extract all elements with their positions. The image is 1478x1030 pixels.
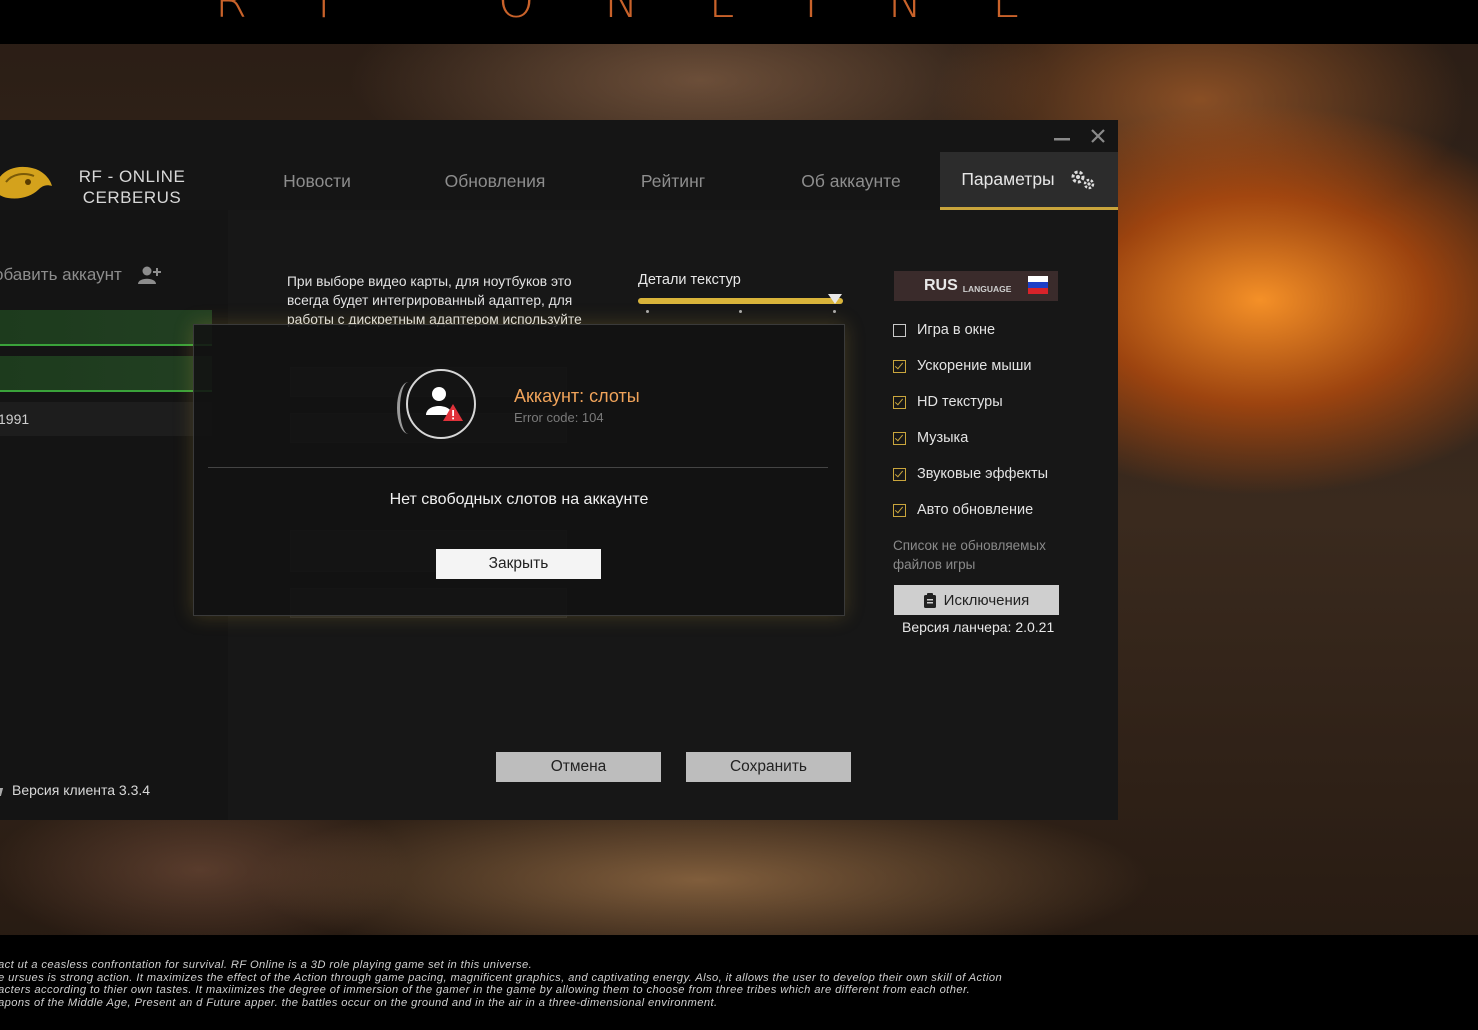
checkbox-label: HD текстуры bbox=[917, 394, 1003, 410]
checkbox-box[interactable] bbox=[893, 359, 906, 373]
dialog-message: Нет свободных слотов на аккаунте bbox=[389, 491, 649, 508]
window-controls bbox=[1052, 126, 1108, 146]
tab-label: Параметры bbox=[961, 169, 1055, 189]
language-button[interactable]: RUS LANGUAGE bbox=[894, 271, 1058, 301]
brand-line1: RF - ONLINE bbox=[78, 167, 186, 186]
user-warning-icon bbox=[426, 387, 463, 421]
tab-label: Обновления bbox=[444, 170, 546, 191]
game-description: act ut a ceasless confrontation for surv… bbox=[0, 959, 1002, 1010]
checkbox-label: Ускорение мыши bbox=[917, 358, 1032, 374]
top-banner: RF ONLINE bbox=[0, 0, 1478, 44]
language-sub: LANGUAGE bbox=[962, 283, 1012, 294]
checkbox-auto-update[interactable]: Авто обновление bbox=[893, 502, 1033, 518]
clipboard-icon bbox=[923, 592, 936, 608]
footer-line: e ursues is strong action. It maximizes … bbox=[0, 971, 1003, 984]
account-name: 1991 bbox=[0, 411, 30, 427]
footer-line: act ut a ceasless confrontation for surv… bbox=[0, 959, 533, 971]
checkbox-box[interactable] bbox=[893, 431, 906, 445]
tab-news[interactable]: Новости bbox=[228, 152, 406, 210]
account-warning-icon bbox=[406, 369, 476, 439]
game-logo: RF ONLINE bbox=[215, 0, 1092, 28]
checkbox-mouse-acceleration[interactable]: Ускорение мыши bbox=[893, 358, 1032, 374]
error-code: Error code: 104 bbox=[514, 410, 604, 425]
checkbox-label: Музыка bbox=[917, 430, 969, 446]
add-user-icon bbox=[137, 266, 161, 284]
texture-detail-slider[interactable]: Детали текстур bbox=[638, 272, 843, 314]
checkbox-music[interactable]: Музыка bbox=[893, 430, 968, 446]
tab-rating[interactable]: Рейтинг bbox=[584, 152, 762, 210]
tab-updates[interactable]: Обновления bbox=[406, 152, 584, 210]
checkbox-label: Авто обновление bbox=[917, 502, 1034, 518]
slider-tick bbox=[833, 310, 836, 313]
add-account-button[interactable]: обавить аккаунт bbox=[0, 265, 162, 285]
dialog-divider bbox=[208, 467, 828, 468]
tab-label: Рейтинг bbox=[640, 170, 706, 191]
footer-line: apons of the Middle Age, Present an d Fu… bbox=[0, 997, 718, 1010]
tab-settings[interactable]: Параметры bbox=[940, 152, 1118, 210]
slider-thumb[interactable] bbox=[828, 294, 842, 304]
brand-line2: CERBERUS bbox=[82, 188, 182, 207]
footer: act ut a ceasless confrontation for surv… bbox=[0, 935, 1478, 1030]
close-icon[interactable] bbox=[1088, 126, 1108, 146]
save-label: Сохранить bbox=[729, 758, 808, 775]
gears-icon bbox=[1071, 170, 1094, 189]
error-dialog: Аккаунт: слоты Error code: 104 Нет свобо… bbox=[193, 324, 845, 616]
close-label: Закрыть bbox=[488, 555, 549, 572]
launcher-version: Версия ланчера: 2.0.21 bbox=[902, 619, 1055, 635]
account-item[interactable]: 1991 bbox=[0, 402, 212, 436]
brand-block: RF - ONLINE CERBERUS bbox=[0, 158, 210, 214]
language-code: RUS bbox=[924, 277, 958, 294]
status-mark bbox=[0, 788, 4, 796]
account-item[interactable] bbox=[0, 356, 212, 392]
checkbox-box[interactable] bbox=[893, 467, 906, 481]
close-button[interactable]: Закрыть bbox=[436, 549, 601, 579]
checkbox-hd-textures[interactable]: HD текстуры bbox=[893, 394, 1003, 410]
brand-name: RF - ONLINE CERBERUS bbox=[62, 166, 202, 208]
cancel-button[interactable]: Отмена bbox=[496, 752, 661, 782]
add-account-label: обавить аккаунт bbox=[0, 265, 122, 284]
cancel-label: Отмена bbox=[550, 758, 607, 775]
checkbox-label: Звуковые эффекты bbox=[917, 466, 1049, 482]
account-item[interactable] bbox=[0, 310, 212, 346]
minimize-icon[interactable] bbox=[1052, 126, 1072, 146]
slider-ticks bbox=[638, 304, 843, 314]
exclusions-label: Исключения bbox=[943, 591, 1030, 609]
exclusions-button[interactable]: Исключения bbox=[894, 585, 1059, 615]
gpu-info-text: При выборе видео карты, для ноутбуков эт… bbox=[287, 274, 582, 327]
cerberus-logo-icon bbox=[0, 166, 52, 199]
checkbox-box[interactable] bbox=[893, 395, 906, 409]
checkbox-box[interactable] bbox=[893, 323, 906, 337]
slider-tick bbox=[646, 310, 649, 313]
dialog-title: Аккаунт: слоты bbox=[514, 386, 640, 406]
checkbox-label: Игра в окне bbox=[917, 322, 996, 338]
checkbox-box[interactable] bbox=[893, 503, 906, 517]
checkbox-windowed[interactable]: Игра в окне bbox=[893, 322, 995, 338]
russia-flag-icon bbox=[1028, 276, 1048, 294]
client-version: Версия клиента 3.3.4 bbox=[12, 782, 151, 798]
footer-line: acters according to thier own tastes. It… bbox=[0, 984, 971, 997]
main-tabs: Новости Обновления Рейтинг Об аккаунте П… bbox=[228, 152, 1118, 210]
tab-label: Об аккаунте bbox=[801, 170, 901, 191]
slider-label: Детали текстур bbox=[638, 272, 741, 288]
tab-account[interactable]: Об аккаунте bbox=[762, 152, 940, 210]
checkbox-sound-effects[interactable]: Звуковые эффекты bbox=[893, 466, 1048, 482]
exclusions-note: Список не обновляемых файлов игры bbox=[893, 538, 1046, 572]
save-button[interactable]: Сохранить bbox=[686, 752, 851, 782]
slider-tick bbox=[739, 310, 742, 313]
tab-label: Новости bbox=[283, 170, 351, 191]
